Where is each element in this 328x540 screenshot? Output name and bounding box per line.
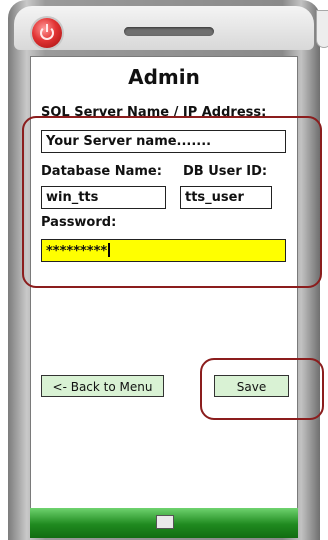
speaker-grill xyxy=(124,27,214,36)
password-text: ********* xyxy=(46,244,108,259)
server-input[interactable]: Your Server name....... xyxy=(41,130,286,153)
device-top-bar xyxy=(14,6,328,50)
server-label: SQL Server Name / IP Address: xyxy=(41,105,267,120)
password-label: Password: xyxy=(41,215,117,230)
bottom-bar xyxy=(30,508,298,538)
power-icon[interactable] xyxy=(32,18,62,48)
stylus-slot xyxy=(316,10,328,48)
back-to-menu-button[interactable]: <- Back to Menu xyxy=(41,375,164,397)
page-title: Admin xyxy=(128,65,200,89)
keyboard-icon[interactable] xyxy=(156,515,174,529)
db-name-input[interactable]: win_tts xyxy=(41,186,166,209)
text-caret xyxy=(108,243,111,257)
db-user-label: DB User ID: xyxy=(183,164,268,179)
save-button[interactable]: Save xyxy=(214,375,289,397)
db-name-label: Database Name: xyxy=(41,164,162,179)
password-input[interactable]: ********* xyxy=(41,239,286,262)
app-screen: Admin SQL Server Name / IP Address: Your… xyxy=(30,56,298,510)
db-user-input[interactable]: tts_user xyxy=(180,186,272,209)
